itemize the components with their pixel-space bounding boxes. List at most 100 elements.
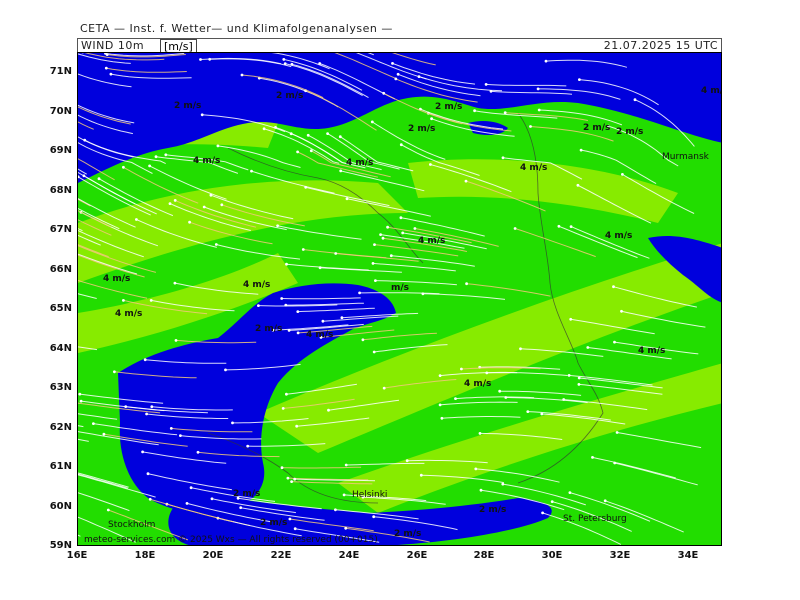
streamline-arrowhead xyxy=(473,109,476,113)
streamline-arrowhead xyxy=(591,456,594,459)
streamline-arrowhead xyxy=(340,316,344,320)
city-label-murmansk: Murmansk xyxy=(662,152,709,162)
speed-label: 2 m/s xyxy=(233,489,261,499)
streamline-arrowhead xyxy=(578,78,581,81)
streamline-arrowhead xyxy=(541,511,544,515)
lon-tick-label: 18E xyxy=(134,550,156,561)
streamline-arrowhead xyxy=(430,117,433,121)
streamline-arrowhead xyxy=(344,463,348,467)
streamline-arrowhead xyxy=(296,150,299,154)
streamline-arrowhead xyxy=(498,389,502,393)
streamline-arrowhead xyxy=(399,216,403,220)
streamline-arrowhead xyxy=(220,203,224,207)
streamline-arrowhead xyxy=(345,197,349,201)
streamline-arrowhead xyxy=(577,376,581,380)
streamline-arrowhead xyxy=(567,374,571,377)
speed-label: 4 m/s xyxy=(418,236,446,246)
speed-label: 4 m/s xyxy=(605,231,633,241)
streamline-arrowhead xyxy=(318,266,322,270)
streamline-arrowhead xyxy=(287,329,291,332)
streamline-arrowhead xyxy=(327,408,330,412)
streamline-arrowhead xyxy=(124,405,128,408)
streamline-arrowhead xyxy=(621,173,624,176)
streamline-arrowhead xyxy=(135,218,138,221)
streamline-arrowhead xyxy=(381,236,385,240)
wind-map: 2 m/s 2 m/s 2 m/s 2 m/s 4 m/s 4 m/s 4 m/… xyxy=(77,52,722,546)
streamline-arrowhead xyxy=(440,416,444,420)
lon-tick-label: 28E xyxy=(473,550,495,561)
speed-label: 4 m/s xyxy=(115,309,143,319)
streamline-arrowhead xyxy=(613,340,616,344)
streamline-arrowhead xyxy=(282,58,286,61)
streamline-arrowhead xyxy=(438,403,442,407)
streamline-arrowhead xyxy=(612,285,615,289)
streamline-arrowhead xyxy=(148,164,151,168)
streamline-arrowhead xyxy=(174,339,178,342)
streamline-arrowhead xyxy=(208,57,212,61)
streamline-arrowhead xyxy=(146,472,150,476)
streamline-arrowhead xyxy=(210,497,214,501)
streamline-arrowhead xyxy=(371,262,375,265)
streamline-arrowhead xyxy=(209,193,213,197)
streamline-arrowhead xyxy=(200,113,204,117)
streamline-arrowhead xyxy=(216,144,220,148)
streamline-arrowhead xyxy=(295,424,299,428)
streamline-arrowhead xyxy=(318,62,322,65)
streamline-arrowhead xyxy=(293,527,297,531)
streamline-arrowhead xyxy=(501,156,505,160)
streamline-arrowhead xyxy=(429,163,432,166)
streamline-arrowhead xyxy=(391,62,394,65)
streamline-arrowhead xyxy=(569,225,573,229)
lat-tick-label: 69N xyxy=(49,145,72,156)
streamline-arrowhead xyxy=(338,135,342,139)
streamline-arrowhead xyxy=(143,358,147,362)
speed-label: 4 m/s xyxy=(701,86,721,96)
streamline-arrowhead xyxy=(501,482,505,486)
city-label-stockholm: Stockholm xyxy=(108,520,156,530)
streamline-arrowhead xyxy=(489,89,493,93)
speed-label: 2 m/s xyxy=(616,127,644,137)
streamline-arrowhead xyxy=(421,292,425,296)
streamline-arrowhead xyxy=(529,125,532,128)
streamline-arrowhead xyxy=(262,127,266,131)
streamline-arrowhead xyxy=(513,227,517,230)
provider-header: CETA — Inst. f. Wetter— und Klimafolgena… xyxy=(80,22,393,35)
copyright-footer: meteo-services.com © 2025 Wxs — All righ… xyxy=(84,535,378,545)
streamline-arrowhead xyxy=(173,281,177,285)
valid-time: 21.07.2025 15 UTC xyxy=(603,39,718,52)
streamline-arrowhead xyxy=(280,297,284,300)
streamline-arrowhead xyxy=(372,350,376,354)
streamline-arrowhead xyxy=(372,515,376,519)
streamline-arrowhead xyxy=(342,493,346,497)
lat-tick-label: 66N xyxy=(49,264,72,275)
streamline-arrowhead xyxy=(196,450,200,454)
streamline-arrowhead xyxy=(102,432,106,436)
lon-tick-label: 32E xyxy=(609,550,631,561)
streamline-arrowhead xyxy=(224,368,227,372)
speed-label: 2 m/s xyxy=(276,91,304,101)
streamline-arrowhead xyxy=(370,120,374,124)
lon-tick-label: 30E xyxy=(541,550,563,561)
streamline-arrowhead xyxy=(405,459,409,463)
streamline-arrowhead xyxy=(615,431,619,434)
streamline-arrowhead xyxy=(104,66,108,70)
speed-label: 2 m/s xyxy=(479,505,507,515)
streamline-arrowhead xyxy=(540,412,544,416)
streamline-arrowhead xyxy=(105,53,109,56)
lon-tick-label: 16E xyxy=(66,550,88,561)
lon-tick-label: 20E xyxy=(202,550,224,561)
streamline-arrowhead xyxy=(603,499,607,503)
streamline-arrowhead xyxy=(334,508,337,512)
streamline-arrowhead xyxy=(382,386,386,390)
streamline-arrowhead xyxy=(214,243,218,246)
lat-tick-label: 71N xyxy=(49,66,72,77)
speed-label: 4 m/s xyxy=(638,346,666,356)
speed-label: 2 m/s xyxy=(260,518,288,528)
streamline-arrowhead xyxy=(285,262,288,266)
speed-label: 4 m/s xyxy=(243,280,271,290)
streamline-arrowhead xyxy=(413,227,417,230)
streamline-arrowhead xyxy=(188,220,191,224)
streamline-arrowhead xyxy=(339,169,343,173)
streamline-arrowhead xyxy=(386,225,389,229)
streamline-arrowhead xyxy=(145,412,148,416)
